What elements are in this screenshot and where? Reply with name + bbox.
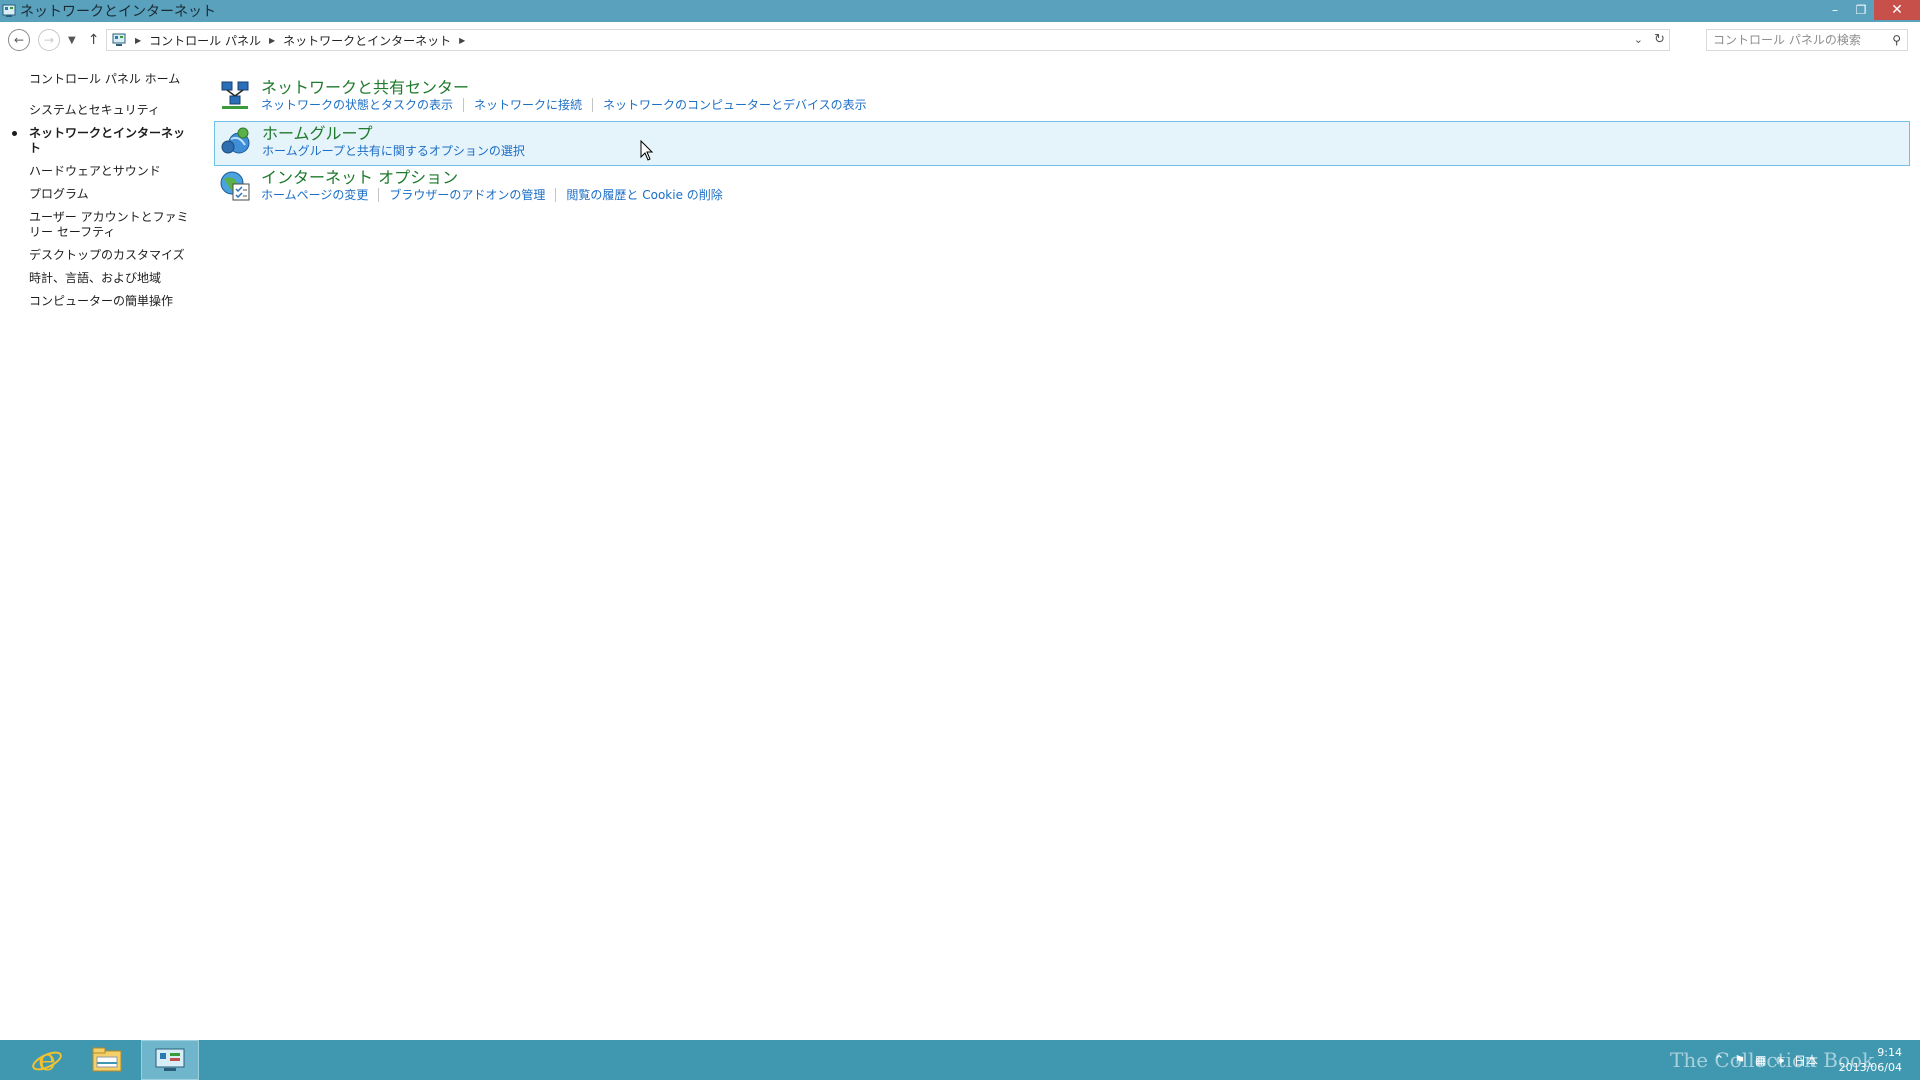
control-panel-icon [112,33,126,46]
up-button[interactable]: ↑ [88,32,100,48]
breadcrumb[interactable]: ▶ コントロール パネル ▶ ネットワークとインターネット ▶ ⌄ ↻ [106,29,1670,51]
category-links: ネットワークの状態とタスクの表示 ネットワークに接続 ネットワークのコンピュータ… [261,98,1910,112]
arrow-left-icon: ← [13,33,25,47]
network-sharing-center-icon [221,81,249,109]
link-connect-to-network[interactable]: ネットワークに接続 [474,98,582,112]
back-button[interactable]: ← [8,29,30,51]
category-links: ホームページの変更 ブラウザーのアドオンの管理 閲覧の履歴と Cookie の削… [261,188,1910,202]
sidebar-item-appearance[interactable]: デスクトップのカスタマイズ [0,248,192,263]
search-input[interactable] [1713,33,1889,47]
link-divider [592,98,594,112]
chevron-down-icon: ▼ [68,34,76,46]
category-list: ネットワークと共有センター ネットワークの状態とタスクの表示 ネットワークに接続… [214,76,1910,211]
homegroup-icon [221,127,250,154]
title-bar: ネットワークとインターネット – ❐ ✕ [0,0,1920,22]
sidebar-item-system-security[interactable]: システムとセキュリティ [0,103,192,118]
address-toolbar: ← → ▼ ↑ ▶ コントロール パネル ▶ ネットワークとインターネット ▶ … [0,22,1920,58]
category-internet-options[interactable]: インターネット オプション ホームページの変更 ブラウザーのアドオンの管理 閲覧… [214,166,1910,211]
arrow-right-icon: → [43,33,55,47]
link-homegroup-options[interactable]: ホームグループと共有に関するオプションの選択 [262,144,525,158]
sidebar-item-ease-of-access[interactable]: コンピューターの簡単操作 [0,294,192,309]
file-explorer-icon [92,1047,122,1072]
close-button[interactable]: ✕ [1874,0,1920,20]
sidebar-item-hardware-sound[interactable]: ハードウェアとサウンド [0,164,192,179]
taskbar-file-explorer[interactable] [78,1040,136,1080]
category-homegroup[interactable]: ホームグループ ホームグループと共有に関するオプションの選択 [214,121,1910,166]
category-title[interactable]: インターネット オプション [261,166,1910,187]
search-box: ⚲ [1706,29,1908,51]
sidebar-item-programs[interactable]: プログラム [0,187,192,202]
chevron-down-icon: ⌄ [1633,33,1643,46]
link-divider [378,188,380,202]
watermark: The Collection Book [1670,1048,1875,1072]
control-panel-icon [2,4,16,17]
taskbar: e ⌃ ⚑ ▦ 🕪 日本 9:14 2013/06/04 [0,1040,1920,1080]
svg-text:e: e [38,1043,56,1077]
minimize-button[interactable]: – [1822,0,1848,20]
sidebar-item-clock-language-region[interactable]: 時計、言語、および地域 [0,271,192,286]
forward-button[interactable]: → [38,29,60,51]
breadcrumb-control-panel[interactable]: コントロール パネル [149,32,261,49]
category-network-sharing-center[interactable]: ネットワークと共有センター ネットワークの状態とタスクの表示 ネットワークに接続… [214,76,1910,121]
refresh-icon: ↻ [1654,32,1665,47]
search-icon[interactable]: ⚲ [1892,33,1901,47]
taskbar-internet-explorer[interactable]: e [18,1040,76,1080]
sidebar-item-control-panel-home[interactable]: コントロール パネル ホーム [0,72,200,87]
category-links: ホームグループと共有に関するオプションの選択 [262,144,1909,158]
category-title[interactable]: ネットワークと共有センター [261,76,1910,97]
link-change-homepage[interactable]: ホームページの変更 [261,188,368,202]
arrow-up-icon: ↑ [87,32,100,48]
link-view-network-computers[interactable]: ネットワークのコンピューターとデバイスの表示 [603,98,867,112]
link-delete-history-cookies[interactable]: 閲覧の履歴と Cookie の削除 [566,188,722,202]
control-panel-icon [155,1048,185,1071]
sidebar-item-network-internet[interactable]: ネットワークとインターネット [0,126,192,156]
link-manage-addons[interactable]: ブラウザーのアドオンの管理 [389,188,545,202]
link-divider [555,188,557,202]
window-title: ネットワークとインターネット [20,4,216,20]
window-controls: – ❐ ✕ [1822,0,1920,20]
chevron-right-icon[interactable]: ▶ [269,36,275,45]
link-divider [463,98,465,112]
taskbar-control-panel[interactable] [141,1040,199,1080]
recent-locations-button[interactable]: ▼ [68,35,76,46]
link-view-network-status[interactable]: ネットワークの状態とタスクの表示 [261,98,453,112]
refresh-button[interactable]: ↻ [1654,32,1665,47]
breadcrumb-network-internet[interactable]: ネットワークとインターネット [283,32,451,49]
restore-button[interactable]: ❐ [1848,0,1874,20]
mouse-cursor-icon [640,140,654,161]
sidebar-item-user-accounts[interactable]: ユーザー アカウントとファミリー セーフティ [0,210,192,240]
sidebar: コントロール パネル ホーム システムとセキュリティ ネットワークとインターネッ… [0,72,200,317]
address-history-dropdown[interactable]: ⌄ [1634,33,1643,46]
internet-explorer-icon: e [32,1043,62,1077]
internet-options-icon [220,171,250,201]
category-title[interactable]: ホームグループ [262,122,1909,143]
chevron-right-icon[interactable]: ▶ [135,36,141,45]
chevron-right-icon[interactable]: ▶ [459,36,465,45]
